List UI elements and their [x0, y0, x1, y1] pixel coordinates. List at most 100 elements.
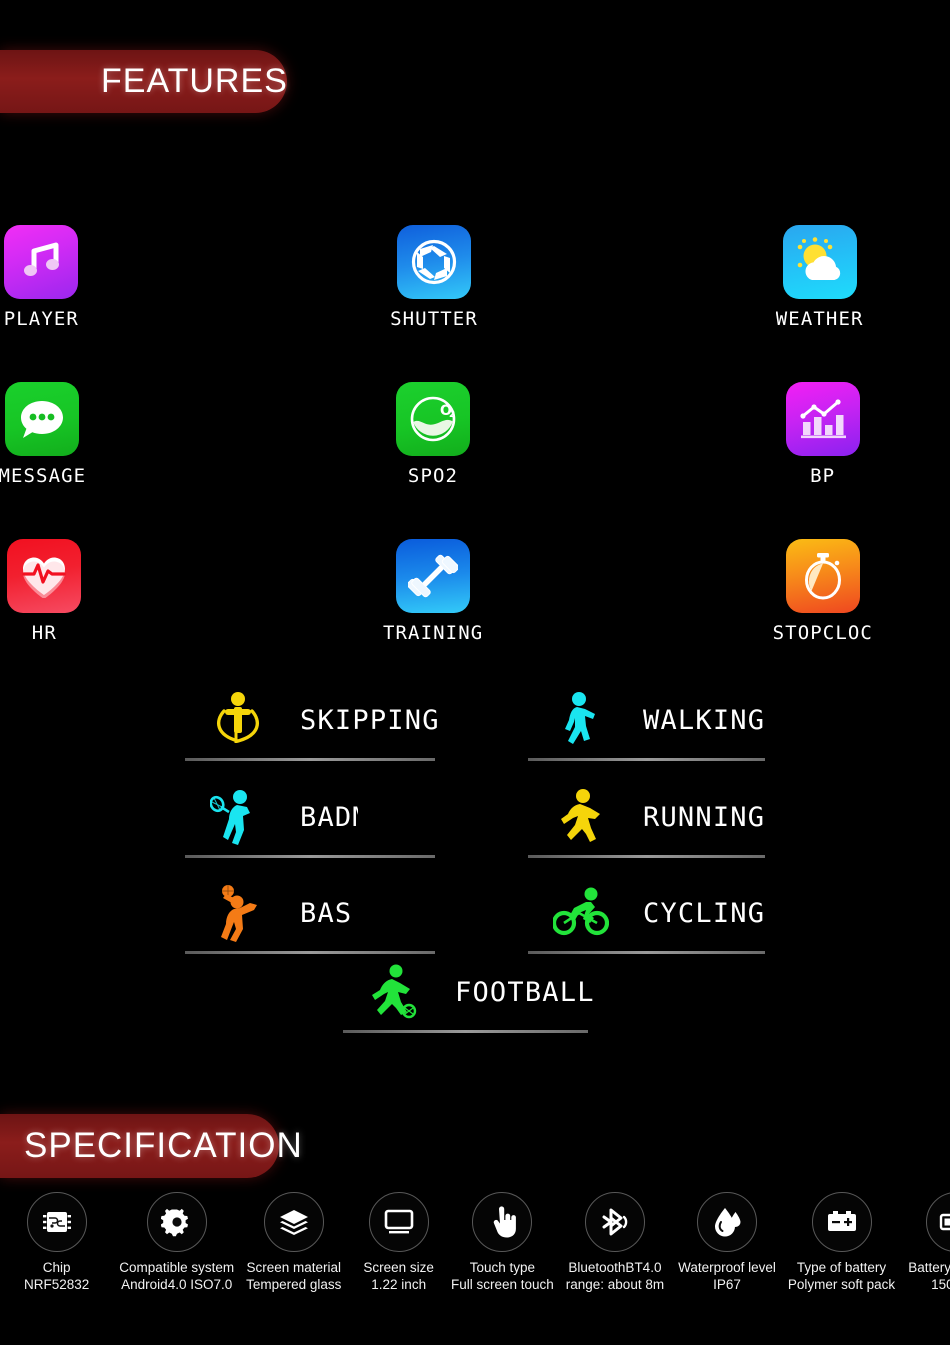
sport-divider — [185, 855, 435, 858]
app-label: HR — [31, 622, 57, 644]
spec-item-screen-size: Screen size 1.22 inch — [363, 1192, 434, 1293]
oxygen-drop-icon: O 2 — [407, 393, 459, 445]
app-tile-shutter[interactable]: SHUTTER — [276, 225, 593, 382]
app-tile-training[interactable]: TRAINING — [275, 539, 592, 696]
app-label: SHUTTER — [390, 308, 478, 330]
sport-item-cycling[interactable]: CYCLING — [553, 873, 765, 953]
spec-title: Battery capacity — [908, 1260, 950, 1275]
app-label: MESSAGE — [0, 465, 87, 487]
spec-item-touch-type: Touch type Full screen touch — [451, 1192, 554, 1293]
gear-icon-circle — [146, 1192, 207, 1252]
sport-item-walking[interactable]: WALKING — [553, 680, 765, 760]
sport-item-running[interactable]: RUNNING — [553, 777, 765, 857]
gear-icon — [160, 1206, 193, 1238]
svg-text:2: 2 — [449, 410, 455, 420]
app-label: TRAINING — [382, 622, 483, 644]
spec-title: Chip — [42, 1260, 71, 1275]
spec-title: Touch type — [469, 1260, 535, 1275]
sport-divider — [185, 758, 435, 761]
monitor-icon — [383, 1208, 415, 1236]
spec-text: Battery capacity 150mAh — [908, 1259, 950, 1293]
app-label: PLAYER — [3, 308, 79, 330]
camera-aperture-icon — [409, 237, 459, 287]
spec-title: Screen material — [246, 1260, 342, 1275]
spec-text: Type of battery Polymer soft pack — [788, 1259, 895, 1293]
app-tile-bp[interactable]: BP — [664, 382, 950, 539]
spec-value: Full screen touch — [450, 1277, 554, 1292]
app-label: BP — [810, 465, 836, 487]
spec-value: IP67 — [713, 1277, 741, 1292]
feature-icon-grid: PLAYER SHUTTER WEATHER MESSAGE O 2 SPO2 … — [0, 225, 950, 696]
sports-modes-list: SKIPPING WALKING BAD RUNNING BAS CYCLING… — [0, 680, 950, 1040]
football-icon — [365, 963, 421, 1021]
app-tile-weather[interactable]: WEATHER — [661, 225, 950, 382]
sport-item-football[interactable]: FOOTBALL — [365, 952, 595, 1032]
touch-hand-icon — [488, 1206, 517, 1238]
basketball-icon — [210, 884, 266, 942]
app-tile-spo2[interactable]: O 2 SPO2 — [275, 382, 592, 539]
spec-text: Screen material Tempered glass — [246, 1259, 341, 1293]
spec-text: Waterproof level IP67 — [678, 1259, 776, 1293]
sport-label: WALKING — [643, 704, 766, 736]
spec-item-screen-material: Screen material Tempered glass — [246, 1192, 341, 1293]
cycling-icon — [553, 884, 609, 942]
sport-item-badminton[interactable]: BADMINTON — [210, 777, 358, 857]
spec-title: BluetoothBT4.0 — [568, 1260, 662, 1275]
app-tile-hr[interactable]: HR — [0, 539, 203, 696]
monitor-icon-circle — [368, 1192, 429, 1252]
sport-label: SKIPPING — [300, 704, 440, 736]
sport-label: CYCLING — [643, 897, 766, 929]
spec-item-chip: Chip NRF52832 — [24, 1192, 89, 1293]
car-battery-icon-circle — [811, 1192, 872, 1252]
features-title: FEATURES — [101, 62, 288, 100]
spec-text: Touch type Full screen touch — [451, 1259, 554, 1293]
spec-title: Type of battery — [796, 1260, 887, 1275]
speech-bubble-icon — [18, 397, 66, 441]
battery-icon — [939, 1211, 950, 1233]
features-section-banner: FEATURES — [0, 50, 287, 113]
spec-title: Screen size — [363, 1260, 434, 1275]
water-drop-icon-circle — [696, 1192, 757, 1252]
chip-icon — [41, 1206, 73, 1238]
chip-icon-circle — [26, 1192, 87, 1252]
sport-label: FOOTBALL — [455, 976, 595, 1008]
app-tile-stopclock[interactable]: STOPCLOCK — [664, 539, 950, 696]
sport-divider — [343, 1030, 588, 1033]
music-note-icon — [18, 239, 64, 285]
spec-value: 150mAh — [931, 1277, 950, 1292]
bluetooth-icon-circle — [584, 1192, 645, 1252]
app-label: WEATHER — [775, 308, 864, 330]
spec-item-bluetooth: BluetoothBT4.0 range: about 8m — [566, 1192, 664, 1293]
app-tile-message[interactable]: MESSAGE — [0, 382, 201, 539]
sport-item-basketball[interactable]: BASKETBALL — [210, 873, 352, 953]
water-drop-icon — [712, 1206, 742, 1238]
spec-value: Android4.0 ISO7.0 — [121, 1277, 233, 1292]
app-tile-player[interactable]: PLAYER — [0, 225, 200, 382]
spec-value: range: about 8m — [565, 1277, 665, 1292]
sport-divider — [528, 855, 765, 858]
layers-icon-circle — [263, 1192, 324, 1252]
app-row: MESSAGE O 2 SPO2 BP — [0, 382, 950, 539]
spec-title: Compatible system — [119, 1260, 235, 1275]
specification-title: SPECIFICATION — [24, 1126, 303, 1165]
layers-icon — [278, 1207, 310, 1237]
app-label: SPO2 — [407, 465, 459, 487]
app-row: HR TRAINING STOPCLOC — [0, 539, 950, 696]
sport-divider — [528, 758, 765, 761]
specification-section-banner: SPECIFICATION — [0, 1114, 302, 1178]
spec-value: Tempered glass — [246, 1277, 342, 1292]
spec-text: BluetoothBT4.0 range: about 8m — [566, 1259, 664, 1293]
player-tile-bg — [4, 225, 79, 299]
sport-item-skipping[interactable]: SKIPPING — [210, 680, 440, 760]
spec-text: Chip NRF52832 — [24, 1259, 89, 1293]
spec-item-waterproof: Waterproof level IP67 — [678, 1192, 776, 1293]
stopwatch-icon — [799, 551, 847, 601]
walking-person-icon — [553, 691, 609, 749]
spec-value: Polymer soft pack — [787, 1277, 896, 1292]
app-row: PLAYER SHUTTER WEATHER — [0, 225, 950, 382]
message-tile-bg — [5, 382, 80, 456]
spec-item-battery-type: Type of battery Polymer soft pack — [788, 1192, 895, 1293]
weather-tile-bg — [782, 225, 857, 299]
spec-text: Compatible system Android4.0 ISO7.0 — [119, 1259, 234, 1293]
bar-chart-icon — [798, 396, 848, 442]
